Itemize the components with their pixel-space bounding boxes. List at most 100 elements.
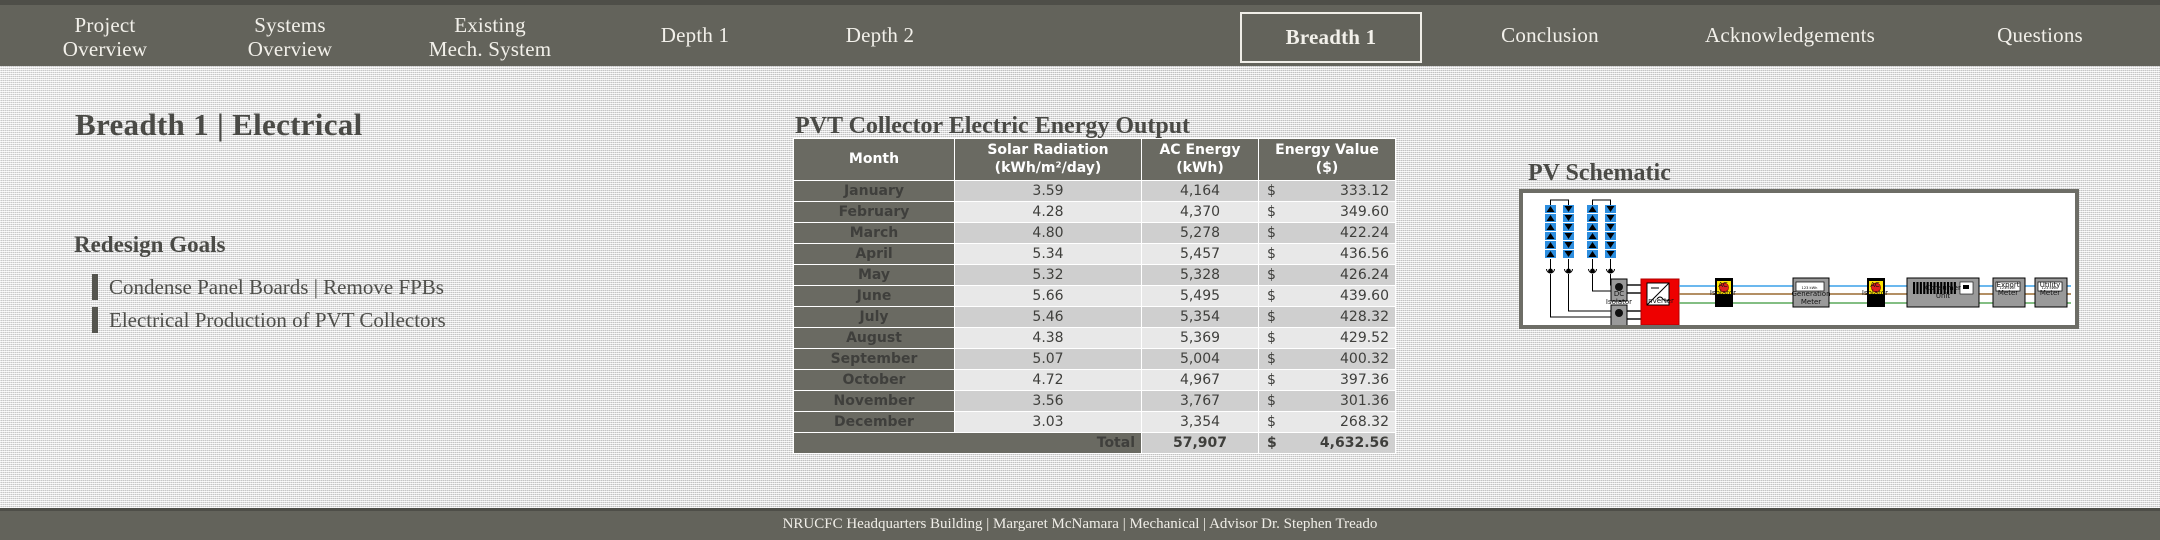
cell-energy-value: $333.12 xyxy=(1258,180,1396,202)
table-total-row: Total 57,907 $4,632.56 xyxy=(793,432,1396,454)
cell-energy-value: $436.56 xyxy=(1258,243,1396,265)
cell-month: February xyxy=(793,201,955,223)
footer-top-accent-strip xyxy=(0,508,2160,511)
table-row: January 3.59 4,164 $333.12 xyxy=(793,180,1396,202)
total-ac-energy: 57,907 xyxy=(1141,432,1259,454)
nav-item-project-overview[interactable]: Project Overview xyxy=(20,5,190,75)
currency-symbol: $ xyxy=(1267,204,1276,220)
nav-item-questions[interactable]: Questions xyxy=(1950,5,2130,66)
currency-amount: 4,632.56 xyxy=(1319,435,1389,451)
cell-solar-radiation: 5.32 xyxy=(954,264,1142,286)
currency-amount: 400.32 xyxy=(1340,351,1389,367)
currency-amount: 428.32 xyxy=(1340,309,1389,325)
pvt-energy-table: Month Solar Radiation (kWh/m²/day) AC Energ… xyxy=(793,138,1396,454)
cell-month: July xyxy=(793,306,955,328)
currency-symbol: $ xyxy=(1267,309,1276,325)
nav-item-acknowledgements[interactable]: Acknowledgements xyxy=(1660,5,1920,66)
cell-month: October xyxy=(793,369,955,391)
cell-energy-value: $400.32 xyxy=(1258,348,1396,370)
currency-symbol: $ xyxy=(1267,183,1276,199)
redesign-goals-heading: Redesign Goals xyxy=(74,232,226,257)
goal-label: Condense Panel Boards | Remove FPBs xyxy=(109,274,444,299)
table-caption: PVT Collector Electric Energy Output xyxy=(795,113,1191,139)
cell-energy-value: $349.60 xyxy=(1258,201,1396,223)
goal-item: Electrical Production of PVT Collectors xyxy=(92,305,446,335)
table-head: Month Solar Radiation (kWh/m²/day) AC Energ… xyxy=(793,138,1396,181)
goal-bullet-bar xyxy=(92,307,98,333)
cell-ac-energy: 5,278 xyxy=(1141,222,1259,244)
cell-month: April xyxy=(793,243,955,265)
nav-item-systems-overview[interactable]: Systems Overview xyxy=(205,5,375,75)
footer-bar: NRUCFC Headquarters Building | Margaret … xyxy=(0,508,2160,540)
cell-solar-radiation: 4.38 xyxy=(954,327,1142,349)
col-header-line2: (kWh) xyxy=(1176,159,1224,176)
nav-item-depth-1[interactable]: Depth 1 xyxy=(615,5,775,66)
currency-symbol: $ xyxy=(1267,288,1276,304)
cell-ac-energy: 3,354 xyxy=(1141,411,1259,433)
cell-month: March xyxy=(793,222,955,244)
currency-amount: 439.60 xyxy=(1340,288,1389,304)
currency-symbol: $ xyxy=(1267,225,1276,241)
currency-symbol: $ xyxy=(1267,267,1276,283)
goal-item: Condense Panel Boards | Remove FPBs xyxy=(92,272,444,302)
nav-item-depth-2[interactable]: Depth 2 xyxy=(800,5,960,66)
schematic-title: PV Schematic xyxy=(1528,160,1671,186)
cell-month: August xyxy=(793,327,955,349)
nav-item-line: Overview xyxy=(247,36,333,61)
total-label: Total xyxy=(793,432,1142,454)
table-header-row: Month Solar Radiation (kWh/m²/day) AC Energ… xyxy=(793,138,1396,181)
cell-solar-radiation: 3.56 xyxy=(954,390,1142,412)
cell-solar-radiation: 4.80 xyxy=(954,222,1142,244)
footer-credit-text: NRUCFC Headquarters Building | Margaret … xyxy=(782,516,1378,532)
currency-symbol: $ xyxy=(1267,435,1277,451)
cell-solar-radiation: 5.46 xyxy=(954,306,1142,328)
table-row: March 4.80 5,278 $422.24 xyxy=(793,222,1396,244)
currency-amount: 301.36 xyxy=(1340,393,1389,409)
col-header-line1: Energy Value xyxy=(1275,142,1379,158)
cell-energy-value: $268.32 xyxy=(1258,411,1396,433)
table-row: October 4.72 4,967 $397.36 xyxy=(793,369,1396,391)
cell-ac-energy: 5,369 xyxy=(1141,327,1259,349)
cell-solar-radiation: 4.72 xyxy=(954,369,1142,391)
col-header-line1: Solar Radiation xyxy=(987,142,1109,158)
table-row: November 3.56 3,767 $301.36 xyxy=(793,390,1396,412)
cell-month: November xyxy=(793,390,955,412)
page-title: Breadth 1 | Electrical xyxy=(75,107,363,142)
cell-month: January xyxy=(793,180,955,202)
cell-ac-energy: 5,495 xyxy=(1141,285,1259,307)
schematic-label: Utility Meter xyxy=(2040,281,2061,297)
nav-item-breadth-1[interactable]: Breadth 1 xyxy=(1240,12,1422,63)
cell-month: May xyxy=(793,264,955,286)
col-header-1: Solar Radiation (kWh/m²/day) xyxy=(954,138,1142,181)
table-row: June 5.66 5,495 $439.60 xyxy=(793,285,1396,307)
currency-symbol: $ xyxy=(1267,246,1276,262)
goal-label: Electrical Production of PVT Collectors xyxy=(109,307,446,332)
cell-energy-value: $439.60 xyxy=(1258,285,1396,307)
cell-ac-energy: 4,370 xyxy=(1141,201,1259,223)
cell-solar-radiation: 3.59 xyxy=(954,180,1142,202)
currency-amount: 429.52 xyxy=(1340,330,1389,346)
nav-item-line: Existing xyxy=(454,13,526,37)
col-header-line2: (kWh/m²/day) xyxy=(994,159,1102,176)
cell-energy-value: $397.36 xyxy=(1258,369,1396,391)
currency-symbol: $ xyxy=(1267,330,1276,346)
cell-solar-radiation: 5.34 xyxy=(954,243,1142,265)
table-row: February 4.28 4,370 $349.60 xyxy=(793,201,1396,223)
currency-amount: 268.32 xyxy=(1340,414,1389,430)
table-body: January 3.59 4,164 $333.12 February 4.28 4,370… xyxy=(793,180,1396,454)
table-row: December 3.03 3,354 $268.32 xyxy=(793,411,1396,433)
cell-ac-energy: 3,767 xyxy=(1141,390,1259,412)
cell-ac-energy: 5,354 xyxy=(1141,306,1259,328)
cell-ac-energy: 5,004 xyxy=(1141,348,1259,370)
currency-amount: 436.56 xyxy=(1340,246,1389,262)
table-row: August 4.38 5,369 $429.52 xyxy=(793,327,1396,349)
currency-amount: 426.24 xyxy=(1340,267,1389,283)
nav-item-line: Project xyxy=(74,13,136,37)
cell-solar-radiation: 5.66 xyxy=(954,285,1142,307)
cell-month: December xyxy=(793,411,955,433)
nav-item-existing-mech-system[interactable]: Existing Mech. System xyxy=(390,5,590,75)
cell-month: September xyxy=(793,348,955,370)
table-row: September 5.07 5,004 $400.32 xyxy=(793,348,1396,370)
nav-item-conclusion[interactable]: Conclusion xyxy=(1455,5,1645,66)
col-header-2: AC Energy (kWh) xyxy=(1141,138,1259,181)
